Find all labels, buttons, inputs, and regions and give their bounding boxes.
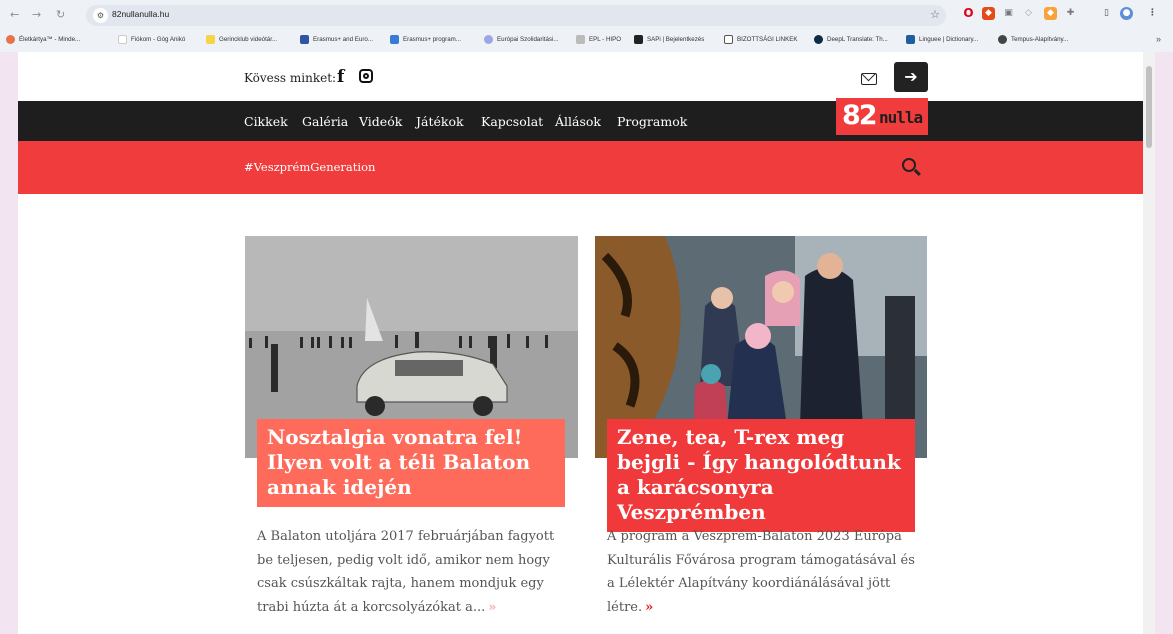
back-icon[interactable]: ← <box>10 8 19 22</box>
nav-item-kapcsolat[interactable]: Kapcsolat <box>481 114 543 129</box>
instagram-icon[interactable] <box>359 69 373 83</box>
login-button[interactable]: ➔ <box>894 62 928 92</box>
sub-nav: #VeszprémGeneration <box>18 141 1143 194</box>
erasmus-favicon-icon <box>300 35 309 44</box>
deepl-favicon-icon <box>814 35 823 44</box>
bookmark-item[interactable]: Életkártya™ - Minde... <box>6 35 80 44</box>
bookmark-item[interactable]: SAPi | Bejelentkezés <box>634 35 704 44</box>
linguee-favicon-icon <box>906 35 915 44</box>
erasmus-favicon-icon <box>390 35 399 44</box>
mail-icon[interactable] <box>861 73 877 85</box>
bookmark-favicon-icon <box>634 35 643 44</box>
menu-kebab-icon[interactable]: ⋮ <box>1146 7 1159 20</box>
nav-item-cikkek[interactable]: Cikkek <box>244 114 288 129</box>
follow-label: Kövess minket: <box>244 71 337 85</box>
article-title[interactable]: Nosztalgia vonatra fel! Ilyen volt a tél… <box>257 419 565 507</box>
extension-icon[interactable]: ◇ <box>1022 7 1035 20</box>
bookmark-item[interactable]: Linguee | Dictionary... <box>906 35 978 44</box>
top-bar: Kövess minket: f ➔ <box>18 52 1143 100</box>
bookmark-item[interactable]: EPL - HIPO <box>576 35 621 44</box>
browser-chrome: ← → ↻ ⚙ 82nullanulla.hu ☆ O ◆ ▣ ◇ ◆ ✚ ▯ … <box>0 0 1173 52</box>
extension-icon[interactable]: ◆ <box>982 7 995 20</box>
bookmark-favicon-icon <box>998 35 1007 44</box>
page-scrollbar[interactable] <box>1143 52 1155 634</box>
side-panel-icon[interactable]: ▯ <box>1100 7 1113 20</box>
bookmark-item[interactable]: Európai Szolidaritási... <box>484 35 559 44</box>
main-nav: Cikkek Galéria Videók Játékok Kapcsolat … <box>18 101 1143 141</box>
opera-icon[interactable]: O <box>962 7 975 20</box>
bookmark-favicon-icon <box>6 35 15 44</box>
nav-item-galeria[interactable]: Galéria <box>302 114 348 129</box>
bookmark-star-icon[interactable]: ☆ <box>930 8 940 21</box>
bookmark-item[interactable]: Gerincklub videótár... <box>206 35 277 44</box>
bookmark-favicon-icon <box>576 35 585 44</box>
bookmarks-bar: Életkártya™ - Minde... Fiókom - Góg Anik… <box>0 31 1173 51</box>
logo-word: nulla <box>879 108 923 127</box>
browser-toolbar: ← → ↻ ⚙ 82nullanulla.hu ☆ O ◆ ▣ ◇ ◆ ✚ ▯ … <box>0 0 1173 30</box>
bookmark-favicon-icon <box>206 35 215 44</box>
reload-icon[interactable]: ↻ <box>56 8 65 22</box>
extension-icon[interactable]: ▣ <box>1002 7 1015 20</box>
read-more-link[interactable]: » <box>645 600 653 615</box>
bookmark-item[interactable]: Fiókom - Góg Anikó <box>118 35 185 44</box>
web-page: Kövess minket: f ➔ Cikkek Galéria Videók… <box>18 52 1155 634</box>
article-title[interactable]: Zene, tea, T-rex meg bejgli - Így hangol… <box>607 419 915 532</box>
bookmark-item[interactable]: DeepL Translate: Th... <box>814 35 888 44</box>
nav-item-jatekok[interactable]: Játékok <box>416 114 464 129</box>
bookmark-favicon-icon <box>484 35 493 44</box>
search-icon[interactable] <box>902 158 916 172</box>
hashtag-link[interactable]: #VeszprémGeneration <box>244 160 375 174</box>
article-excerpt: A program a Veszprém-Balaton 2023 Európa… <box>607 529 915 615</box>
bookmark-folder[interactable]: BIZOTTSÁGI LINKEK <box>724 35 798 44</box>
nav-item-allasok[interactable]: Állások <box>555 114 601 129</box>
nav-item-videok[interactable]: Videók <box>359 114 402 129</box>
forward-icon[interactable]: → <box>32 8 41 22</box>
address-bar[interactable]: ⚙ 82nullanulla.hu ☆ <box>86 5 946 26</box>
read-more-link[interactable]: » <box>488 600 496 615</box>
folder-icon <box>724 35 733 44</box>
bookmark-item[interactable]: Tempus-Alapítvány... <box>998 35 1068 44</box>
site-settings-icon[interactable]: ⚙ <box>93 8 108 23</box>
url-text[interactable]: 82nullanulla.hu <box>112 9 169 19</box>
scrollbar-thumb[interactable] <box>1146 66 1152 148</box>
bookmark-item[interactable]: Erasmus+ and Euro... <box>300 35 373 44</box>
nav-item-programok[interactable]: Programok <box>617 114 687 129</box>
profile-avatar-icon[interactable]: ● <box>1120 7 1133 20</box>
extension-icon[interactable]: ◆ <box>1044 7 1057 20</box>
logo-number: 82 <box>842 100 878 131</box>
google-favicon-icon <box>118 35 127 44</box>
bookmark-item[interactable]: Erasmus+ program... <box>390 35 461 44</box>
puzzle-icon[interactable]: ✚ <box>1064 7 1077 20</box>
facebook-icon[interactable]: f <box>337 67 344 87</box>
more-bookmarks-button[interactable]: » <box>1156 34 1161 44</box>
article-excerpt: A Balaton utoljára 2017 februárjában fag… <box>257 529 555 615</box>
site-logo[interactable]: 82 nulla <box>836 98 928 140</box>
